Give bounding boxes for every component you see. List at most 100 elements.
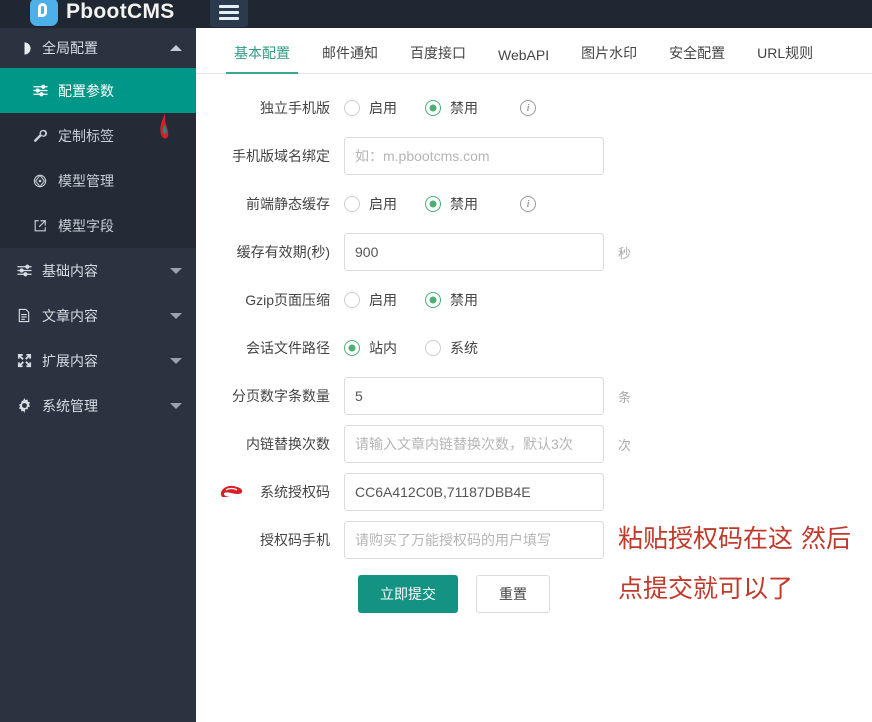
sidebar-item-label: 定制标签 [58, 126, 114, 146]
expand-icon [14, 353, 34, 368]
sidebar-group-header-global-config[interactable]: 全局配置 [0, 28, 196, 68]
sidebar-item-label: 模型管理 [58, 171, 114, 191]
hamburger-icon-bar [219, 5, 239, 8]
sidebar-item-config-params[interactable]: 配置参数 [0, 68, 196, 113]
info-icon[interactable]: i [520, 100, 536, 116]
form-row-gzip: Gzip页面压缩 启用 禁用 [196, 276, 872, 324]
chevron-up-icon [170, 45, 182, 51]
radio-group-session-path: 站内 系统 [344, 338, 506, 358]
sidebar-item-model-field[interactable]: 模型字段 [0, 203, 196, 248]
tab-url-rule[interactable]: URL规则 [741, 43, 829, 73]
sidebar-item-custom-tag[interactable]: 定制标签 [0, 113, 196, 158]
radio-dot [344, 100, 360, 116]
form-label: 授权码手机 [196, 530, 344, 550]
form-label: 前端静态缓存 [196, 194, 344, 214]
form-label: 会话文件路径 [196, 338, 344, 358]
hamburger-icon-bar [219, 11, 239, 14]
radio-label: 启用 [369, 194, 397, 214]
cache-ttl-input[interactable]: 900 [344, 233, 604, 271]
radio-static-cache-enable[interactable]: 启用 [344, 194, 397, 214]
sidebar-item-label: 模型字段 [58, 216, 114, 236]
submit-button[interactable]: 立即提交 [358, 575, 458, 613]
tab-image-watermark[interactable]: 图片水印 [565, 43, 653, 73]
tab-mail-notify[interactable]: 邮件通知 [306, 43, 394, 73]
tab-basic-config[interactable]: 基本配置 [218, 43, 306, 73]
form-row-pager-count: 分页数字条数量 5 条 [196, 372, 872, 420]
pager-count-unit: 条 [618, 387, 631, 406]
form-label: Gzip页面压缩 [196, 290, 344, 310]
sidebar-group-system-manage: 系统管理 [0, 383, 196, 428]
radio-dot-selected [425, 100, 441, 116]
brand[interactable]: PbootCMS [0, 0, 196, 28]
radio-session-path-system[interactable]: 系统 [425, 338, 478, 358]
form-label-license-code: 系统授权码 [196, 482, 344, 502]
pbootcms-logo-icon [30, 0, 58, 26]
sidebar-group-label: 扩展内容 [42, 351, 170, 371]
cache-ttl-unit: 秒 [618, 243, 631, 262]
wrench-icon [30, 129, 50, 143]
chevron-down-icon [170, 358, 182, 364]
sidebar-item-model-manage[interactable]: 模型管理 [0, 158, 196, 203]
radio-group-gzip: 启用 禁用 [344, 290, 506, 310]
sidebar-group-global-config: 全局配置 配置参数 定制标签 [0, 28, 196, 248]
sliders-icon [14, 263, 34, 278]
radio-static-cache-disable[interactable]: 禁用 [425, 194, 478, 214]
tab-security[interactable]: 安全配置 [653, 43, 741, 73]
reset-button[interactable]: 重置 [476, 575, 550, 613]
radio-label: 站内 [369, 338, 397, 358]
sidebar-group-header-article-content[interactable]: 文章内容 [0, 293, 196, 338]
sidebar-group-header-extend-content[interactable]: 扩展内容 [0, 338, 196, 383]
tab-bar: 基本配置 邮件通知 百度接口 WebAPI 图片水印 安全配置 URL规则 [196, 28, 872, 74]
sidebar-group-label: 全局配置 [42, 38, 170, 58]
radio-dot [344, 196, 360, 212]
form-row-inner-link: 内链替换次数 请输入文章内链替换次数，默认3次 次 [196, 420, 872, 468]
top-bar: PbootCMS [0, 0, 872, 28]
radio-label: 禁用 [450, 290, 478, 310]
license-code-input[interactable]: CC6A412C0B,71187DBB4E [344, 473, 604, 511]
external-link-icon [30, 219, 50, 233]
radio-mobile-version-enable[interactable]: 启用 [344, 98, 397, 118]
form-label: 缓存有效期(秒) [196, 242, 344, 262]
sliders-icon [30, 83, 50, 98]
mobile-domain-input[interactable]: 如：m.pbootcms.com [344, 137, 604, 175]
radio-mobile-version-disable[interactable]: 禁用 [425, 98, 478, 118]
form-row-license-code: 系统授权码 CC6A412C0B,71187DBB4E [196, 468, 872, 516]
sidebar-toggle-button[interactable] [210, 0, 248, 27]
sidebar-group-header-system-manage[interactable]: 系统管理 [0, 383, 196, 428]
config-form: 独立手机版 启用 禁用 i 手机版域名绑定 如：m.pbootcms.com 前… [196, 74, 872, 624]
tab-webapi[interactable]: WebAPI [482, 47, 565, 73]
tab-baidu-api[interactable]: 百度接口 [394, 43, 482, 73]
form-label: 独立手机版 [196, 98, 344, 118]
form-label: 手机版域名绑定 [196, 146, 344, 166]
ribbon-icon [218, 484, 244, 500]
sidebar-item-label: 配置参数 [58, 81, 114, 101]
form-row-license-phone: 授权码手机 请购买了万能授权码的用户填写 [196, 516, 872, 564]
gear-icon [14, 398, 34, 413]
radio-label: 启用 [369, 98, 397, 118]
hamburger-icon-bar [219, 17, 239, 20]
document-icon [14, 308, 34, 323]
form-actions: 立即提交 重置 [196, 564, 872, 624]
radio-dot-selected [344, 340, 360, 356]
sidebar-group-basic-content: 基础内容 [0, 248, 196, 293]
radio-session-path-internal[interactable]: 站内 [344, 338, 397, 358]
license-phone-input[interactable]: 请购买了万能授权码的用户填写 [344, 521, 604, 559]
radio-gzip-enable[interactable]: 启用 [344, 290, 397, 310]
form-row-static-cache: 前端静态缓存 启用 禁用 i [196, 180, 872, 228]
sidebar-group-extend-content: 扩展内容 [0, 338, 196, 383]
sidebar-submenu-global-config: 配置参数 定制标签 模型管理 [0, 68, 196, 248]
pager-count-input[interactable]: 5 [344, 377, 604, 415]
radio-label: 系统 [450, 338, 478, 358]
form-row-session-path: 会话文件路径 站内 系统 [196, 324, 872, 372]
inner-link-input[interactable]: 请输入文章内链替换次数，默认3次 [344, 425, 604, 463]
info-icon[interactable]: i [520, 196, 536, 212]
chevron-down-icon [170, 313, 182, 319]
sidebar-group-header-basic-content[interactable]: 基础内容 [0, 248, 196, 293]
radio-gzip-disable[interactable]: 禁用 [425, 290, 478, 310]
form-row-mobile-version: 独立手机版 启用 禁用 i [196, 84, 872, 132]
radio-group-static-cache: 启用 禁用 [344, 194, 506, 214]
form-label: 内链替换次数 [196, 434, 344, 454]
form-label: 分页数字条数量 [196, 386, 344, 406]
cube-icon [30, 174, 50, 188]
sidebar-group-label: 文章内容 [42, 306, 170, 326]
